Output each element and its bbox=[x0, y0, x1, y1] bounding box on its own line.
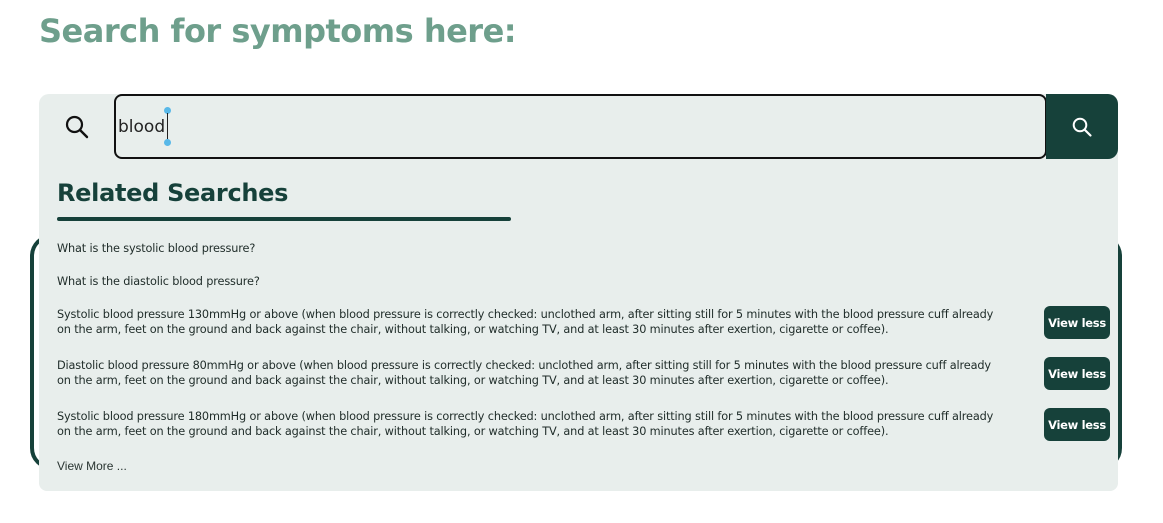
view-more-link[interactable]: View More ... bbox=[57, 459, 127, 473]
view-less-button[interactable]: View less bbox=[1044, 357, 1110, 390]
page-title: Search for symptoms here: bbox=[39, 12, 517, 50]
search-bar bbox=[39, 94, 1118, 159]
text-caret bbox=[164, 107, 171, 146]
page: Search for symptoms here: Related Search… bbox=[0, 0, 1163, 523]
search-input[interactable] bbox=[114, 94, 1047, 159]
related-search-item[interactable]: What is the systolic blood pressure? bbox=[57, 241, 255, 256]
search-icon bbox=[1072, 117, 1092, 137]
related-searches-heading: Related Searches bbox=[57, 179, 289, 207]
related-search-item[interactable]: Systolic blood pressure 130mmHg or above… bbox=[57, 307, 1007, 337]
related-search-item[interactable]: Systolic blood pressure 180mmHg or above… bbox=[57, 409, 1007, 439]
related-search-item[interactable]: What is the diastolic blood pressure? bbox=[57, 274, 260, 289]
view-less-button[interactable]: View less bbox=[1044, 306, 1110, 339]
search-icon bbox=[39, 94, 115, 159]
heading-underline bbox=[57, 217, 511, 221]
view-less-button[interactable]: View less bbox=[1044, 408, 1110, 441]
related-search-item[interactable]: Diastolic blood pressure 80mmHg or above… bbox=[57, 358, 1007, 388]
related-searches-dropdown: Related Searches What is the systolic bl… bbox=[39, 159, 1118, 491]
search-submit-button[interactable] bbox=[1046, 94, 1118, 159]
